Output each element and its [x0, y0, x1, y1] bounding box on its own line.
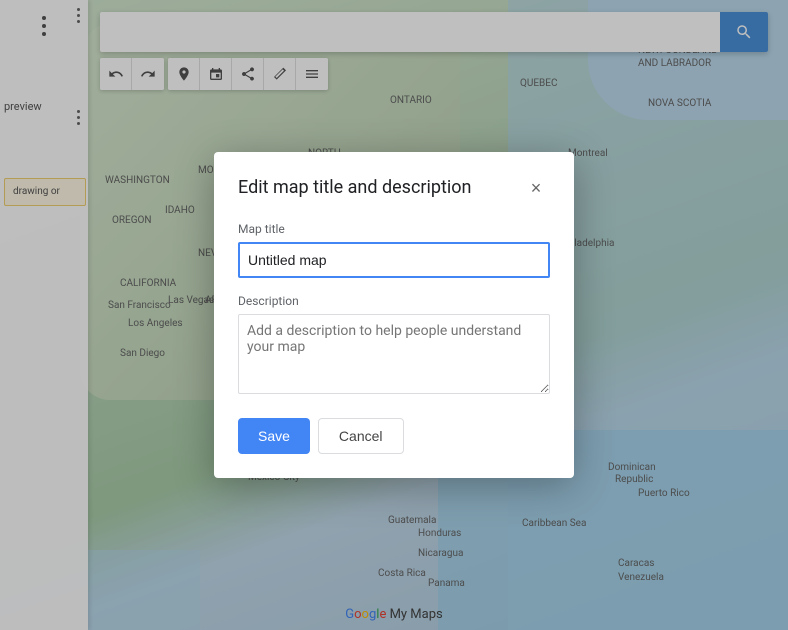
modal-footer: Save Cancel: [238, 418, 550, 454]
map-description-textarea[interactable]: [238, 314, 550, 394]
map-title-input[interactable]: [238, 242, 550, 278]
modal-header: Edit map title and description ×: [238, 176, 550, 202]
save-button[interactable]: Save: [238, 418, 310, 454]
close-button[interactable]: ×: [522, 174, 550, 202]
edit-map-modal: Edit map title and description × Map tit…: [214, 152, 574, 478]
description-field-group: Description: [238, 294, 550, 398]
cancel-button[interactable]: Cancel: [318, 418, 404, 454]
modal-title: Edit map title and description: [238, 176, 471, 199]
title-field-group: Map title: [238, 222, 550, 278]
title-field-label: Map title: [238, 222, 550, 236]
description-field-label: Description: [238, 294, 550, 308]
